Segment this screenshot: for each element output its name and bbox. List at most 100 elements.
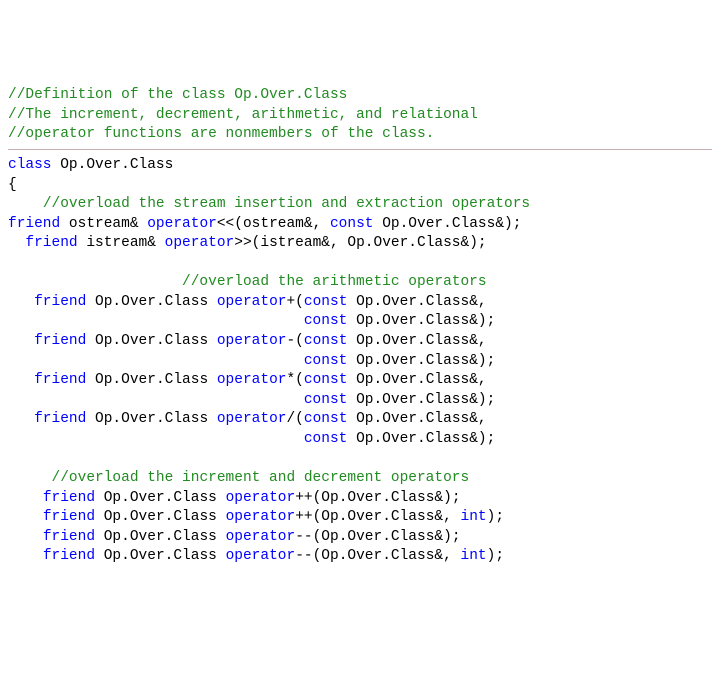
keyword-token: operator	[217, 294, 287, 310]
code-line: //overload the stream insertion and extr…	[8, 195, 712, 215]
text-token	[8, 431, 304, 447]
text-token: Op.Over.Class	[86, 333, 217, 349]
comment-token: //The increment, decrement, arithmetic, …	[8, 107, 478, 123]
text-token: );	[487, 548, 504, 564]
code-line: const Op.Over.Class&);	[8, 391, 712, 411]
keyword-token: operator	[226, 509, 296, 525]
text-token: Op.Over.Class	[95, 529, 226, 545]
text-token: );	[487, 509, 504, 525]
text-token	[8, 450, 17, 466]
code-line: //Definition of the class Op.Over.Class	[8, 86, 712, 106]
keyword-token: const	[304, 353, 348, 369]
text-token: ++(Op.Over.Class&,	[295, 509, 460, 525]
keyword-token: const	[304, 313, 348, 329]
text-token: Op.Over.Class&);	[347, 313, 495, 329]
keyword-token: const	[330, 216, 374, 232]
text-token: Op.Over.Class&);	[374, 216, 522, 232]
keyword-token: int	[461, 509, 487, 525]
text-token	[8, 470, 52, 486]
code-line: friend Op.Over.Class operator++(Op.Over.…	[8, 489, 712, 509]
text-token	[8, 235, 25, 251]
code-line	[8, 449, 712, 469]
text-token: istream&	[78, 235, 165, 251]
keyword-token: operator	[226, 529, 296, 545]
text-token: <<(ostream&,	[217, 216, 330, 232]
keyword-token: const	[304, 392, 348, 408]
text-token	[8, 372, 34, 388]
text-token	[8, 274, 182, 290]
text-token	[8, 333, 34, 349]
keyword-token: operator	[147, 216, 217, 232]
text-token: Op.Over.Class	[86, 372, 217, 388]
text-token: {	[8, 177, 17, 193]
text-token: Op.Over.Class&,	[347, 294, 486, 310]
code-line: {	[8, 176, 712, 196]
separator	[8, 149, 712, 150]
text-token	[8, 490, 43, 506]
text-token: Op.Over.Class	[95, 490, 226, 506]
comment-token: //overload the arithmetic operators	[182, 274, 487, 290]
text-token: Op.Over.Class	[86, 294, 217, 310]
text-token: Op.Over.Class	[95, 548, 226, 564]
code-line	[8, 254, 712, 274]
keyword-token: friend	[25, 235, 77, 251]
text-token: --(Op.Over.Class&,	[295, 548, 460, 564]
code-line: //operator functions are nonmembers of t…	[8, 125, 712, 145]
code-block: //Definition of the class Op.Over.Class /…	[8, 86, 712, 567]
text-token: Op.Over.Class&);	[347, 353, 495, 369]
keyword-token: friend	[34, 372, 86, 388]
keyword-token: const	[304, 333, 348, 349]
text-token	[8, 294, 34, 310]
keyword-token: operator	[217, 411, 287, 427]
text-token: Op.Over.Class&,	[347, 411, 486, 427]
keyword-token: class	[8, 157, 52, 173]
text-token: *(	[286, 372, 303, 388]
keyword-token: const	[304, 372, 348, 388]
text-token	[8, 313, 304, 329]
text-token: Op.Over.Class&,	[347, 333, 486, 349]
keyword-token: friend	[43, 490, 95, 506]
keyword-token: friend	[34, 294, 86, 310]
keyword-token: friend	[43, 548, 95, 564]
text-token: Op.Over.Class	[95, 509, 226, 525]
code-line: friend Op.Over.Class operator*(const Op.…	[8, 371, 712, 391]
text-token: Op.Over.Class	[86, 411, 217, 427]
code-line: friend Op.Over.Class operator+(const Op.…	[8, 293, 712, 313]
text-token	[8, 392, 304, 408]
code-line: friend Op.Over.Class operator-(const Op.…	[8, 332, 712, 352]
text-token: Op.Over.Class&);	[347, 431, 495, 447]
text-token: Op.Over.Class&);	[347, 392, 495, 408]
text-token	[8, 411, 34, 427]
text-token: >>(istream&, Op.Over.Class&);	[234, 235, 486, 251]
keyword-token: friend	[34, 411, 86, 427]
code-line: const Op.Over.Class&);	[8, 352, 712, 372]
comment-token: //overload the stream insertion and extr…	[43, 196, 530, 212]
code-line: friend Op.Over.Class operator++(Op.Over.…	[8, 508, 712, 528]
keyword-token: friend	[34, 333, 86, 349]
code-line: //The increment, decrement, arithmetic, …	[8, 106, 712, 126]
text-token: ostream&	[60, 216, 147, 232]
keyword-token: friend	[8, 216, 60, 232]
text-token: Op.Over.Class&,	[347, 372, 486, 388]
keyword-token: friend	[43, 529, 95, 545]
keyword-token: operator	[165, 235, 235, 251]
keyword-token: const	[304, 411, 348, 427]
code-line: friend istream& operator>>(istream&, Op.…	[8, 234, 712, 254]
code-line: //overload the arithmetic operators	[8, 273, 712, 293]
text-token: --(Op.Over.Class&);	[295, 529, 460, 545]
text-token: +(	[286, 294, 303, 310]
code-line: friend Op.Over.Class operator--(Op.Over.…	[8, 528, 712, 548]
text-token: ++(Op.Over.Class&);	[295, 490, 460, 506]
text-token: -(	[286, 333, 303, 349]
code-line: friend ostream& operator<<(ostream&, con…	[8, 215, 712, 235]
keyword-token: const	[304, 294, 348, 310]
comment-token: //Definition of the class Op.Over.Class	[8, 87, 347, 103]
text-token	[8, 548, 43, 564]
keyword-token: operator	[226, 548, 296, 564]
text-token	[8, 529, 43, 545]
keyword-token: const	[304, 431, 348, 447]
code-line: //overload the increment and decrement o…	[8, 469, 712, 489]
keyword-token: friend	[43, 509, 95, 525]
comment-token: //overload the increment and decrement o…	[52, 470, 470, 486]
text-token	[8, 509, 43, 525]
